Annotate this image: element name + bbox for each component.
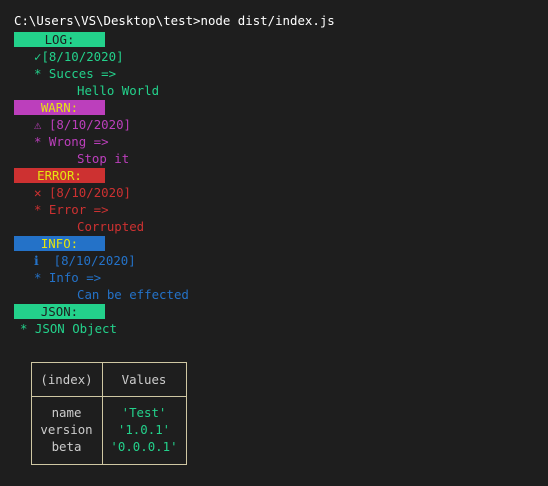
warn-date: [8/10/2020] bbox=[48, 117, 131, 132]
warn-header: ⚠ [8/10/2020] bbox=[34, 117, 131, 132]
warn-message: Stop it bbox=[77, 151, 130, 166]
table-header-index: (index) bbox=[40, 372, 93, 387]
info-label: * Info => bbox=[34, 270, 102, 285]
error-message: Corrupted bbox=[77, 219, 145, 234]
error-label: * Error => bbox=[34, 202, 109, 217]
table-row-value: '0.0.0.1' bbox=[110, 439, 178, 454]
table-bottom-border bbox=[31, 464, 187, 465]
json-label: * JSON Object bbox=[20, 321, 117, 336]
cross-icon: ✕ bbox=[34, 185, 42, 200]
warn-label: * Wrong => bbox=[34, 134, 109, 149]
table-row-index: version bbox=[40, 422, 93, 437]
info-header: ℹ [8/10/2020] bbox=[34, 253, 136, 268]
log-date: [8/10/2020] bbox=[41, 49, 124, 64]
log-header: ✓[8/10/2020] bbox=[34, 49, 124, 64]
log-message: Hello World bbox=[77, 83, 160, 98]
info-message: Can be effected bbox=[77, 287, 189, 302]
log-label: * Succes => bbox=[34, 66, 117, 81]
error-badge: ERROR: bbox=[14, 168, 105, 183]
table-row-value: 'Test' bbox=[121, 405, 167, 420]
error-date: [8/10/2020] bbox=[48, 185, 131, 200]
info-icon: ℹ bbox=[34, 253, 39, 268]
warn-badge: WARN: bbox=[14, 100, 105, 115]
info-date: [8/10/2020] bbox=[53, 253, 136, 268]
table-row-value: '1.0.1' bbox=[117, 422, 171, 437]
table-header-divider bbox=[31, 396, 187, 397]
table-right-border bbox=[186, 362, 187, 465]
command-line: C:\Users\VS\Desktop\test>node dist/index… bbox=[14, 13, 335, 28]
table-top-border bbox=[31, 362, 187, 363]
json-table: (index) Values name 'Test' version '1.0.… bbox=[31, 362, 187, 465]
log-badge: LOG: bbox=[14, 32, 105, 47]
info-badge: INFO: bbox=[14, 236, 105, 251]
table-row-index: name bbox=[51, 405, 82, 420]
error-header: ✕ [8/10/2020] bbox=[34, 185, 131, 200]
json-badge: JSON: bbox=[14, 304, 105, 319]
table-row-index: beta bbox=[51, 439, 82, 454]
warning-icon: ⚠ bbox=[34, 117, 42, 132]
terminal-output: C:\Users\VS\Desktop\test>node dist/index… bbox=[0, 0, 548, 486]
table-header-values: Values bbox=[121, 372, 167, 387]
